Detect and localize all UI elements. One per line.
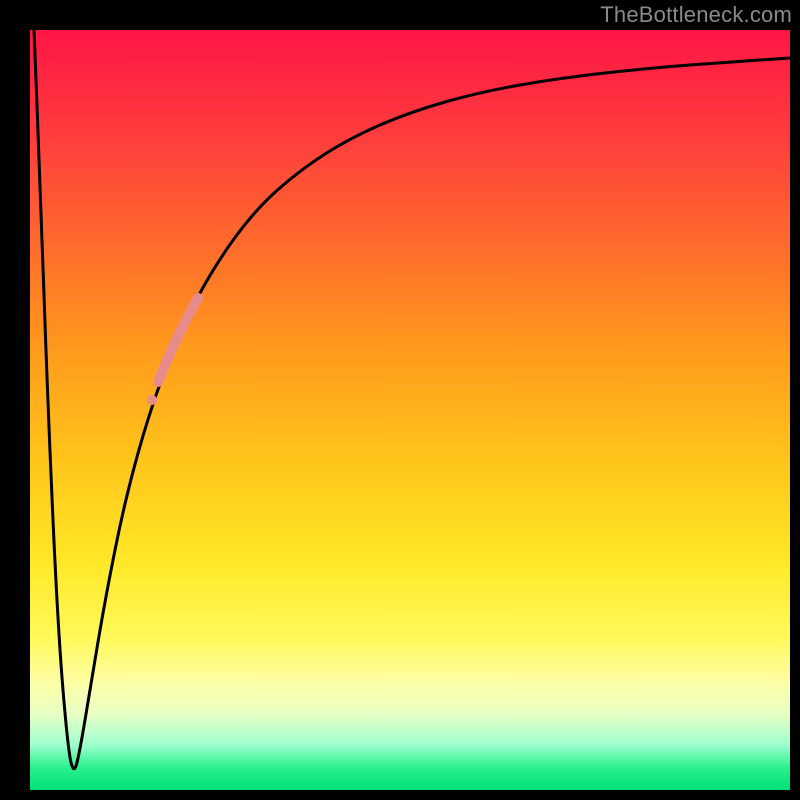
watermark-text: TheBottleneck.com	[600, 2, 792, 28]
curve-layer	[30, 30, 790, 790]
highlight-segment	[158, 298, 198, 382]
chart-frame: TheBottleneck.com	[0, 0, 800, 800]
plot-area	[30, 30, 790, 790]
highlight-extra-dot	[147, 395, 157, 405]
